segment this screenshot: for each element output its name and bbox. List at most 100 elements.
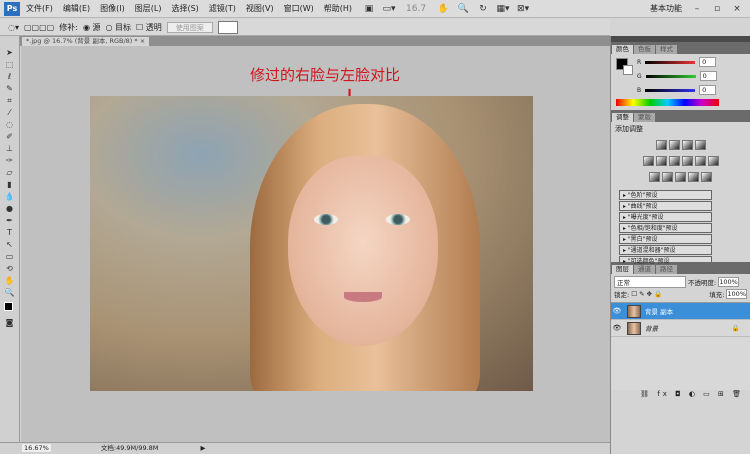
screen-arrange-icon[interactable]: ⊠▾ xyxy=(516,3,530,15)
close-tab-icon[interactable]: × xyxy=(140,37,145,45)
pattern-picker[interactable] xyxy=(217,20,238,34)
zoom-tool-icon[interactable]: 🔍 xyxy=(3,288,17,298)
gradient-tool-icon[interactable]: ▮ xyxy=(3,180,17,190)
opacity-label: 不透明度: xyxy=(688,279,717,287)
brush-tool-icon[interactable]: ✐ xyxy=(3,132,17,142)
preset-levels[interactable]: ▸ "色阶"预设 xyxy=(619,190,712,200)
photoshop-logo: Ps xyxy=(4,1,20,16)
hand-tool-icon[interactable]: ✋ xyxy=(3,276,17,286)
fill-label: 填充: xyxy=(709,291,725,299)
layer-background-copy[interactable]: 👁 背景 副本 xyxy=(611,303,750,320)
menu-file[interactable]: 文件(F) xyxy=(26,3,53,14)
minimize-icon[interactable]: – xyxy=(690,3,704,15)
dodge-tool-icon[interactable]: ● xyxy=(3,204,17,214)
adjustment-icons-row1[interactable] xyxy=(615,140,746,152)
menu-edit[interactable]: 编辑(E) xyxy=(63,3,90,14)
path-select-icon[interactable]: ↖ xyxy=(3,240,17,250)
workspace-switcher[interactable]: 基本功能 xyxy=(650,3,682,14)
color-swatches[interactable] xyxy=(3,300,17,316)
lock-label: 锁定: xyxy=(614,291,630,299)
arrange-docs-icon[interactable]: ▦▾ xyxy=(496,3,510,15)
layers-panel: 正常 不透明度: 100% 锁定: ☐ ✎ ✥ 🔒 填充: 100% xyxy=(611,274,750,302)
eyedropper-tool-icon[interactable]: ⁄ xyxy=(3,108,17,118)
preset-curves[interactable]: ▸ "曲线"预设 xyxy=(619,201,712,211)
tab-layers[interactable]: 图层 xyxy=(612,265,633,274)
blur-tool-icon[interactable]: 💧 xyxy=(3,192,17,202)
blue-slider[interactable]: B0 xyxy=(637,83,717,97)
tab-paths[interactable]: 路径 xyxy=(656,265,677,274)
source-radio[interactable]: ◉ 源 xyxy=(83,22,101,33)
close-icon[interactable]: × xyxy=(730,3,744,15)
patch-label: 修补: xyxy=(59,22,78,32)
transparent-checkbox[interactable]: ☐ 透明 xyxy=(136,22,162,33)
patch-tool-icon[interactable]: ◌▾ xyxy=(8,23,19,32)
tab-color[interactable]: 颜色 xyxy=(612,45,633,54)
hand-tool-icon[interactable]: ✋ xyxy=(436,3,450,15)
quick-mask-icon[interactable]: ◙ xyxy=(3,318,17,328)
visibility-eye-icon[interactable]: 👁 xyxy=(611,307,623,315)
green-slider[interactable]: G0 xyxy=(637,69,717,83)
marquee-tool-icon[interactable]: ⬚ xyxy=(3,60,17,70)
move-tool-icon[interactable]: ➤ xyxy=(3,48,17,58)
preset-black-white[interactable]: ▸ "黑白"预设 xyxy=(619,234,712,244)
eraser-tool-icon[interactable]: ▱ xyxy=(3,168,17,178)
color-panel: R0 G0 B0 xyxy=(611,54,750,110)
menu-layer[interactable]: 图层(L) xyxy=(135,3,162,14)
selection-mode-icons[interactable]: ▢▢▢▢ xyxy=(24,23,54,32)
color-spectrum[interactable] xyxy=(616,99,719,106)
annotation-caption: 修过的右脸与左脸对比 xyxy=(250,66,401,84)
use-pattern-button[interactable]: 使用图案 xyxy=(166,21,213,33)
rotate-view-icon[interactable]: ↻ xyxy=(476,3,490,15)
lock-icon: 🔒 xyxy=(731,324,740,332)
adjustment-icons-row3[interactable] xyxy=(615,172,746,184)
preset-channel-mixer[interactable]: ▸ "通道混和器"预设 xyxy=(619,245,712,255)
3d-rotate-icon[interactable]: ⟲ xyxy=(3,264,17,274)
image-face xyxy=(288,156,438,346)
bridge-icon[interactable]: ▣ xyxy=(362,3,376,15)
zoom-tool-icon[interactable]: 🔍 xyxy=(456,3,470,15)
menu-view[interactable]: 视图(V) xyxy=(246,3,274,14)
opacity-field[interactable]: 100% xyxy=(718,277,739,287)
zoom-percent[interactable]: 16.67% xyxy=(22,444,51,452)
preset-hue-saturation[interactable]: ▸ "色相/饱和度"预设 xyxy=(619,223,712,233)
red-slider[interactable]: R0 xyxy=(637,55,717,69)
restore-icon[interactable]: ▫ xyxy=(710,3,724,15)
screen-mode-icon[interactable]: ▭▾ xyxy=(382,3,396,15)
stamp-tool-icon[interactable]: ⊥ xyxy=(3,144,17,154)
layer-thumbnail xyxy=(627,321,641,335)
preset-exposure[interactable]: ▸ "曝光度"预设 xyxy=(619,212,712,222)
layers-footer-buttons[interactable]: ⛓ fx ◘ ◐ ▭ ⊞ 🗑 xyxy=(611,390,750,400)
status-menu-arrow-icon[interactable]: ▶ xyxy=(201,444,206,452)
lock-icons[interactable]: ☐ ✎ ✥ 🔒 xyxy=(631,290,662,298)
add-adjustment-title: 添加调整 xyxy=(615,125,643,133)
menu-help[interactable]: 帮助(H) xyxy=(324,3,352,14)
type-tool-icon[interactable]: T xyxy=(3,228,17,238)
tab-masks[interactable]: 蒙版 xyxy=(634,113,655,122)
menu-image[interactable]: 图像(I) xyxy=(100,3,125,14)
shape-tool-icon[interactable]: ▭ xyxy=(3,252,17,262)
blend-mode-select[interactable]: 正常 xyxy=(614,276,686,288)
tab-swatches[interactable]: 色板 xyxy=(634,45,655,54)
history-brush-icon[interactable]: ✑ xyxy=(3,156,17,166)
document-image[interactable] xyxy=(90,96,533,391)
tab-adjustments[interactable]: 调整 xyxy=(612,113,633,122)
lasso-tool-icon[interactable]: ℓ xyxy=(3,72,17,82)
menu-select[interactable]: 选择(S) xyxy=(171,3,198,14)
document-tab[interactable]: *.jpg @ 16.7% (背景 副本, RGB/8) * × xyxy=(22,37,150,46)
menu-window[interactable]: 窗口(W) xyxy=(284,3,314,14)
adjustment-icons-row2[interactable] xyxy=(615,156,746,168)
visibility-eye-icon[interactable]: 👁 xyxy=(611,324,623,332)
fill-field[interactable]: 100% xyxy=(726,289,747,299)
quick-select-tool-icon[interactable]: ✎ xyxy=(3,84,17,94)
tab-styles[interactable]: 样式 xyxy=(656,45,677,54)
background-color[interactable] xyxy=(623,65,633,75)
crop-tool-icon[interactable]: ⌗ xyxy=(3,96,17,106)
target-radio[interactable]: ○ 目标 xyxy=(105,22,131,33)
menu-filter[interactable]: 滤镜(T) xyxy=(209,3,236,14)
panel-dock: 颜色 色板 样式 R0 G0 B0 调整 蒙版 添加调整 ▸ "色阶"预设 ▸ … xyxy=(610,36,750,454)
patch-tool-icon[interactable]: ◌ xyxy=(3,120,17,130)
layer-background[interactable]: 👁 背景 🔒 xyxy=(611,320,750,337)
zoom-level-dropdown[interactable]: 16.7 xyxy=(402,3,430,15)
tab-channels[interactable]: 通道 xyxy=(634,265,655,274)
pen-tool-icon[interactable]: ✒ xyxy=(3,216,17,226)
